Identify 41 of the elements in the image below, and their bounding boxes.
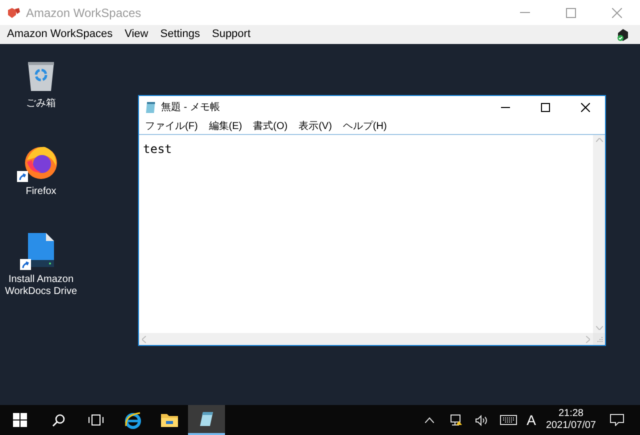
text-area-content[interactable]: test — [143, 142, 172, 156]
menu-item[interactable]: Support — [212, 26, 251, 43]
notepad-icon — [145, 100, 157, 114]
menu-item[interactable]: Settings — [160, 26, 200, 43]
desktop-icon[interactable]: ごみ箱 — [0, 52, 82, 140]
window-title: Amazon WorkSpaces — [26, 4, 142, 22]
task-view-icon — [88, 414, 104, 426]
network-icon[interactable] — [450, 414, 463, 426]
connection-status-icon — [616, 28, 630, 42]
browser-e-icon — [124, 411, 142, 429]
clock-date[interactable]: 2021/07/07 — [546, 420, 596, 432]
desktop-icon[interactable]: Firefox — [0, 140, 82, 228]
menu-item[interactable]: 編集(E) — [208, 118, 242, 134]
cube-icon — [7, 6, 21, 18]
menu-item[interactable]: ヘルプ(H) — [342, 118, 387, 134]
menu-item[interactable]: ファイル(F) — [145, 118, 198, 134]
speaker-icon[interactable] — [474, 414, 488, 426]
clock-time[interactable]: 21:28 — [558, 408, 584, 420]
windows-icon — [13, 413, 27, 427]
input-mode-indicator[interactable]: A — [526, 410, 536, 430]
close-icon — [580, 102, 590, 112]
menu-item[interactable]: Amazon WorkSpaces — [7, 26, 113, 43]
firefox-icon — [23, 144, 59, 180]
window-title: 無題 - メモ帳 — [161, 100, 220, 114]
document-drive-icon — [26, 232, 56, 268]
chevron-up-icon[interactable] — [424, 417, 434, 423]
menu-item[interactable]: 表示(V) — [298, 118, 332, 134]
taskbar-notepad-button[interactable] — [188, 405, 225, 435]
notepad-icon — [198, 411, 214, 427]
folder-icon — [161, 413, 178, 427]
keyboard-icon[interactable] — [500, 415, 517, 425]
icon-label: Firefox — [26, 186, 56, 198]
search-icon — [52, 414, 65, 426]
desktop-icon[interactable]: Install Amazon WorkDocs Drive — [0, 228, 82, 316]
icon-label: Install Amazon WorkDocs Drive — [4, 274, 78, 298]
close-icon — [612, 8, 622, 18]
size-grip-icon[interactable] — [597, 337, 603, 343]
notification-icon[interactable] — [610, 414, 624, 426]
icon-label: ごみ箱 — [26, 98, 56, 110]
menu-item[interactable]: View — [124, 26, 148, 43]
menu-item[interactable]: 書式(O) — [253, 118, 288, 134]
